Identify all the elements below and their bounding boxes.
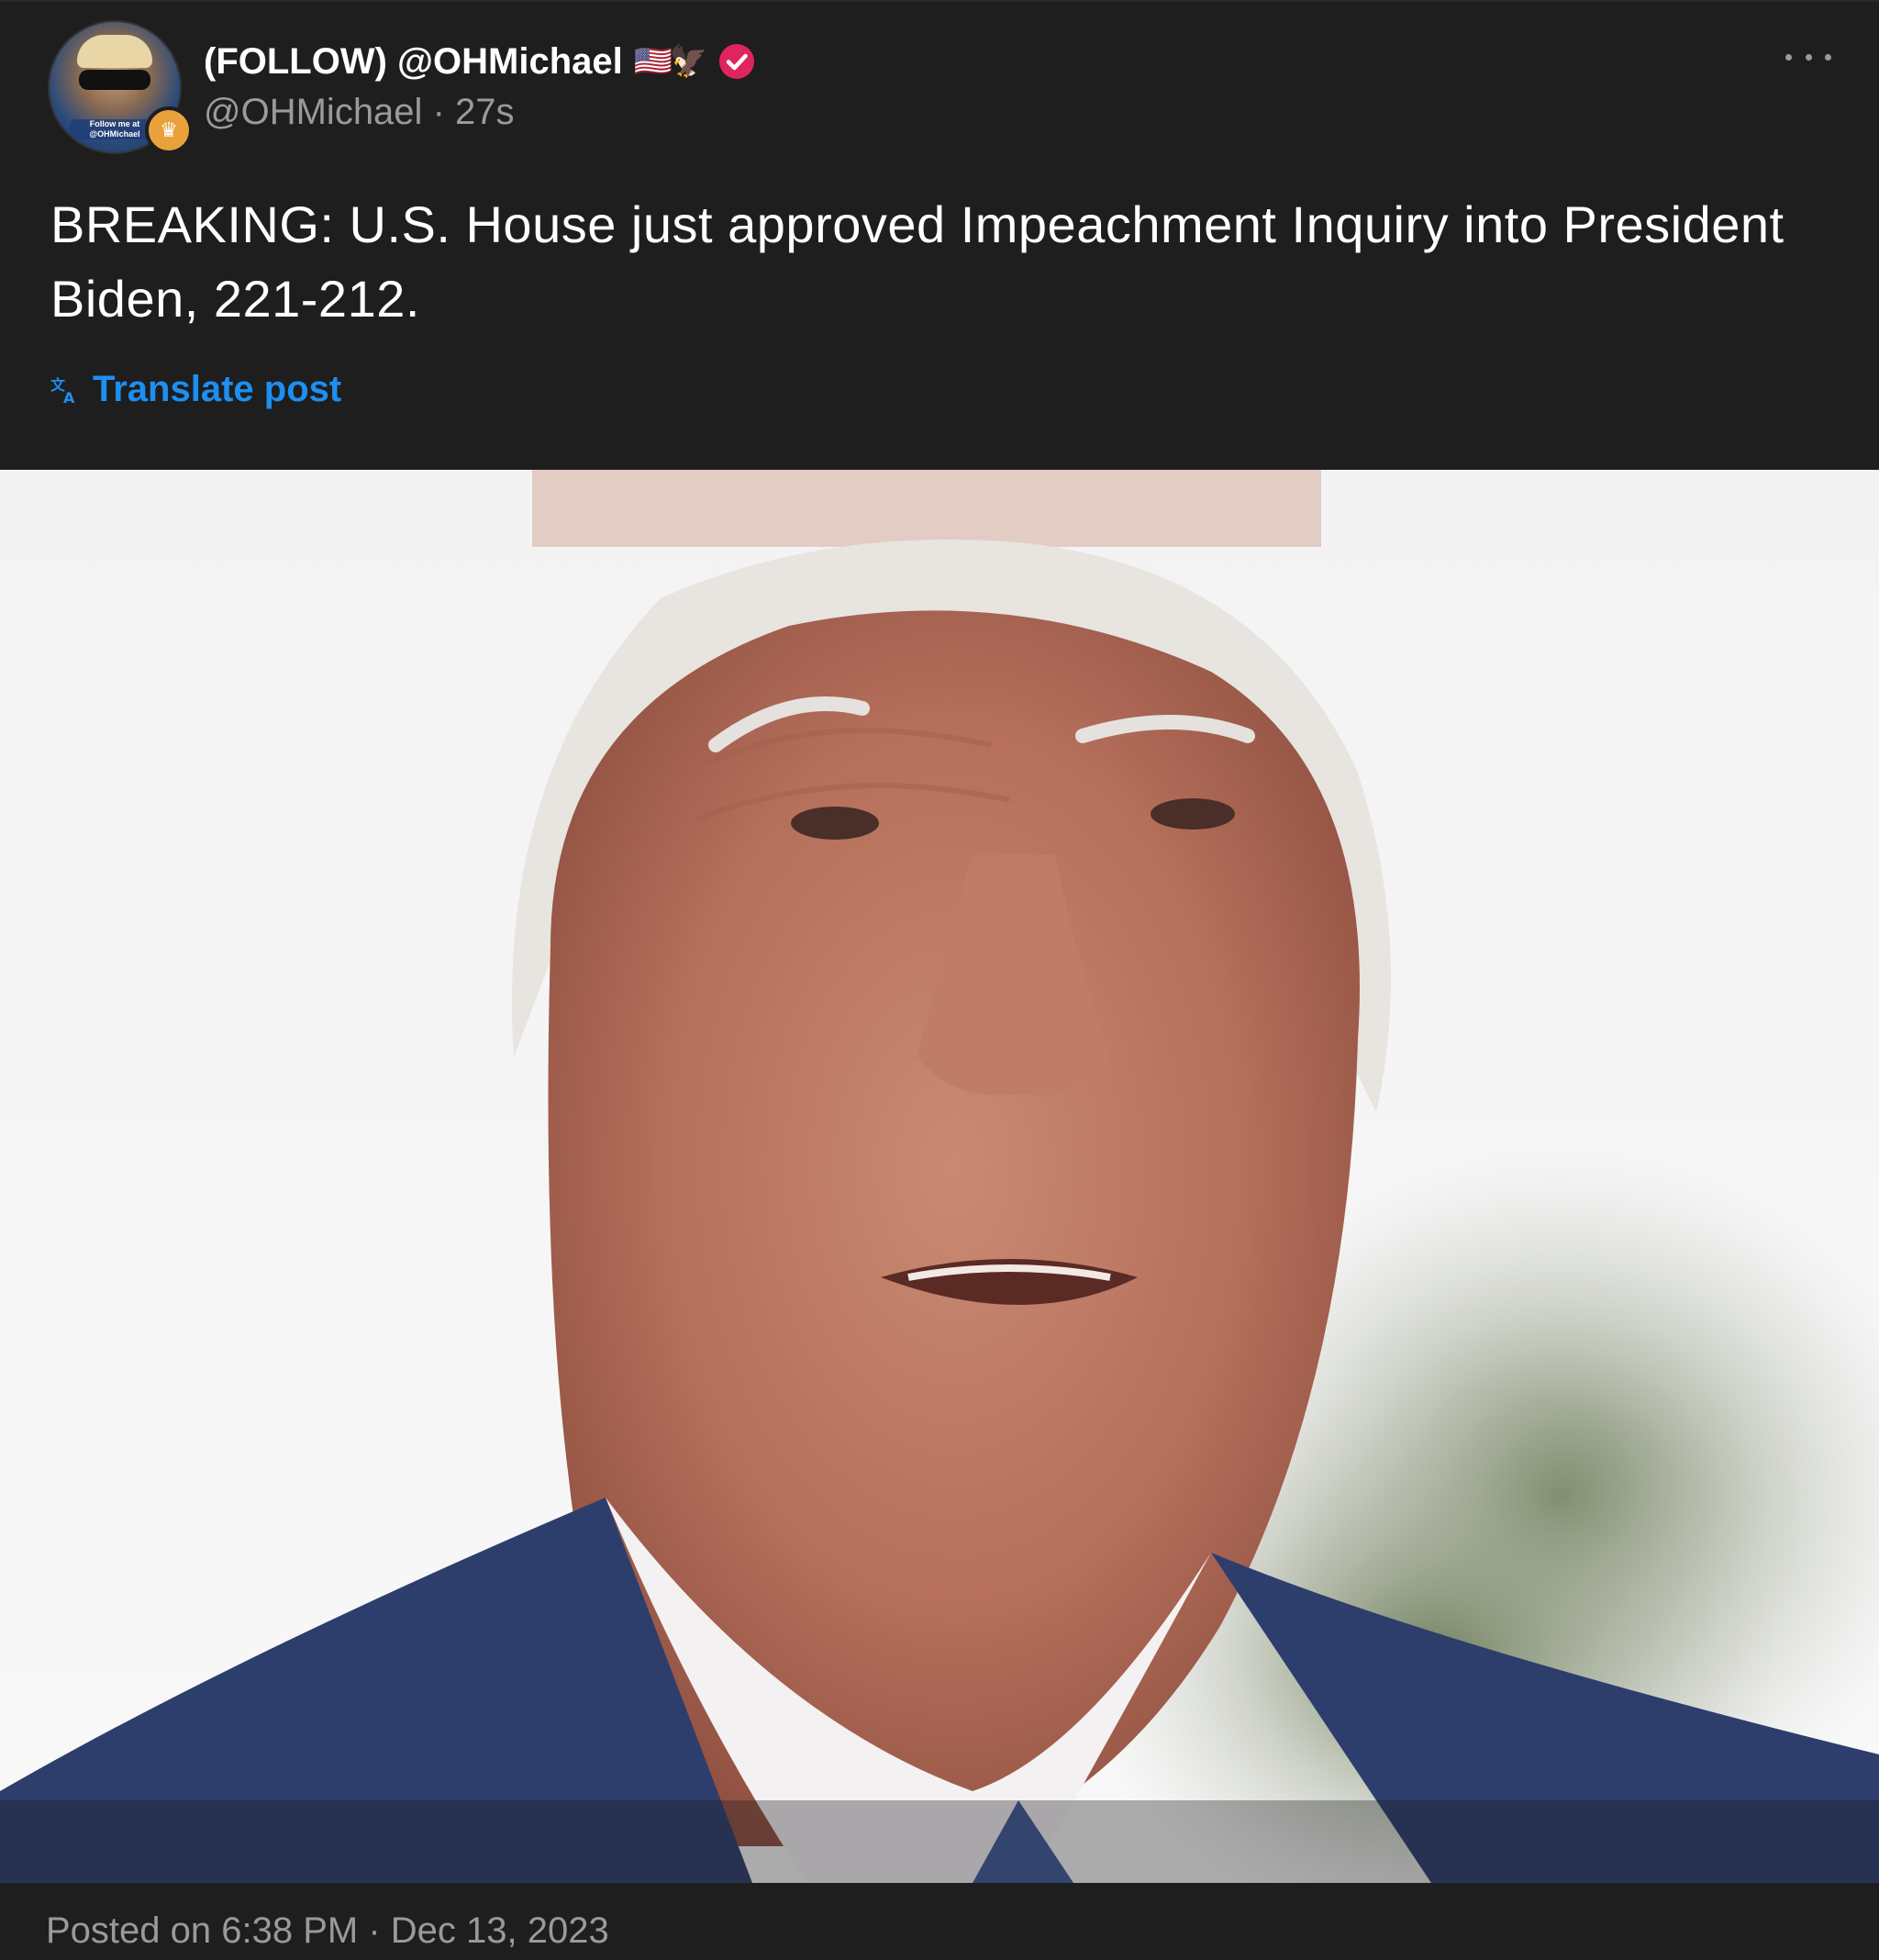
avatar-glasses: [79, 70, 150, 90]
translate-label: Translate post: [93, 369, 342, 409]
post-footer: Posted on 6:38 PM · Dec 13, 2023: [0, 1883, 1879, 1960]
translate-icon: 文 A: [50, 376, 75, 405]
translate-button[interactable]: 文 A Translate post: [50, 369, 341, 410]
handle-row: @OHMichael · 27s: [204, 92, 515, 133]
handle[interactable]: @OHMichael: [204, 92, 422, 132]
svg-text:A: A: [63, 389, 75, 405]
more-dots-icon[interactable]: [1785, 39, 1831, 75]
separator: ·: [432, 92, 445, 132]
avatar-hair: [77, 35, 152, 68]
post-header: Follow me at @OHMichael ♛ (FOLLOW) @OHMi…: [0, 0, 1879, 472]
name-emoji: 🇺🇸🦅: [633, 44, 708, 79]
verified-badge-icon: [719, 44, 755, 79]
post-age[interactable]: 27s: [455, 92, 515, 132]
posted-timestamp[interactable]: Posted on 6:38 PM · Dec 13, 2023: [46, 1910, 609, 1952]
post-photo-illustration: [0, 470, 1879, 1883]
display-name[interactable]: (FOLLOW) @OHMichael: [204, 41, 623, 83]
post-text: BREAKING: U.S. House just approved Impea…: [50, 195, 1784, 328]
post-image[interactable]: [0, 470, 1879, 1883]
crown-badge-icon: ♛: [145, 106, 193, 154]
author-name-row[interactable]: (FOLLOW) @OHMichael 🇺🇸🦅: [204, 37, 755, 86]
